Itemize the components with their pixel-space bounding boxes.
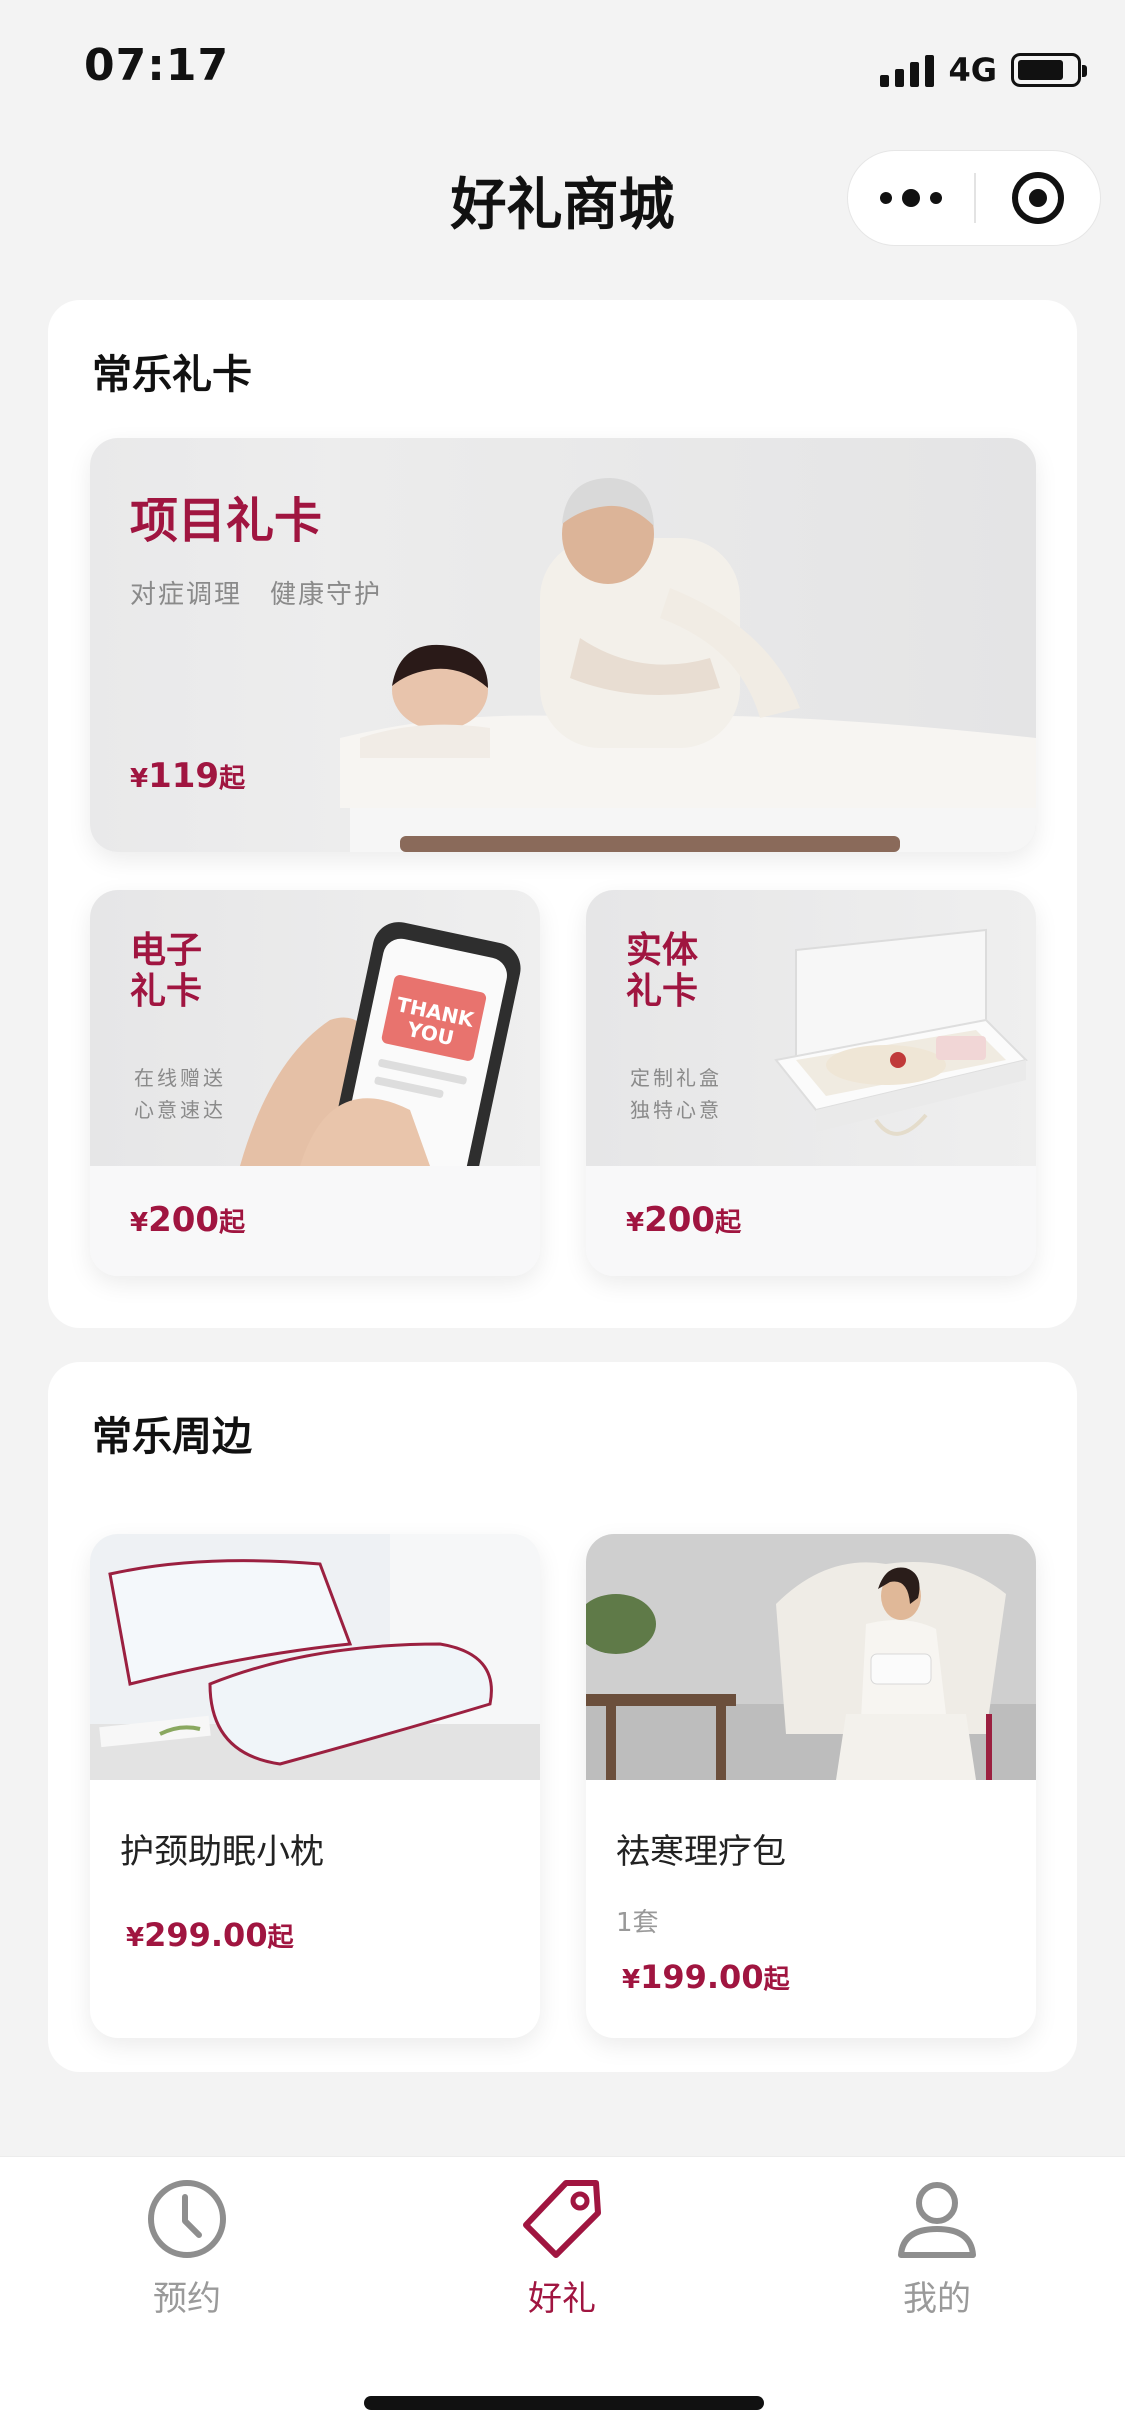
banner-title: 项目礼卡 [130, 493, 323, 549]
price-suffix: 起 [715, 1208, 742, 1238]
product-name: 护颈助眠小枕 [120, 1832, 324, 1872]
close-button[interactable] [976, 151, 1100, 245]
product-card-warming-pack[interactable]: 祛寒理疗包 1套 ¥199.00起 [586, 1534, 1036, 2038]
price-symbol: ¥ [126, 1923, 145, 1953]
user-icon [898, 2182, 976, 2258]
tab-label: 我的 [903, 2279, 971, 2319]
physical-card-sub-line1: 定制礼盒 [630, 1066, 722, 1090]
section-title: 常乐礼卡 [92, 352, 252, 398]
price-suffix: 起 [267, 1923, 294, 1953]
warming-pack-photo [586, 1534, 1036, 1780]
battery-icon [1011, 53, 1087, 87]
price-suffix: 起 [219, 1208, 246, 1238]
tab-label: 预约 [153, 2279, 221, 2319]
tab-profile[interactable]: 我的 [827, 2177, 1047, 2337]
physical-gift-card[interactable]: 实体 礼卡 定制礼盒 独特心意 ¥200起 [586, 890, 1036, 1276]
price-suffix: 起 [219, 764, 246, 794]
phone-in-hand-photo: THANK YOU [240, 922, 521, 1166]
pillow-photo [90, 1534, 540, 1780]
section-title: 常乐周边 [92, 1414, 252, 1460]
e-card-sub-line1: 在线赠送 [134, 1066, 226, 1090]
e-card-subtitle: 在线赠送 心意速达 [134, 1062, 226, 1126]
network-label: 4G [948, 51, 997, 89]
physical-card-title-line2: 礼卡 [626, 971, 699, 1013]
tab-booking[interactable]: 预约 [77, 2177, 297, 2337]
physical-card-title: 实体 礼卡 [626, 930, 698, 1013]
e-card-price: ¥200起 [130, 1200, 245, 1240]
price-symbol: ¥ [622, 1965, 641, 1995]
gift-card-section: 常乐礼卡 项目礼卡 对症调理 健康守护 ¥119起 THANK YOU 电子 礼… [48, 300, 1077, 1328]
tag-icon [523, 2180, 601, 2258]
page: 07:17 4G 好礼商城 常乐礼卡 项目礼卡 对症调理 健康守护 ¥119起 … [0, 0, 1125, 2436]
clock-icon [148, 2180, 226, 2258]
physical-card-image-area: 实体 礼卡 定制礼盒 独特心意 [586, 890, 1036, 1166]
e-card-title-line1: 电子 [130, 930, 203, 971]
tab-gifts[interactable]: 好礼 [452, 2177, 672, 2337]
status-bar: 07:17 4G [0, 0, 1125, 140]
status-indicators: 4G [880, 48, 1087, 92]
product-card-pillow[interactable]: 护颈助眠小枕 ¥299.00起 [90, 1534, 540, 2038]
price-symbol: ¥ [130, 1208, 149, 1238]
more-dots-icon-center [902, 189, 920, 207]
banner-price: ¥119起 [130, 756, 245, 796]
price-suffix: 起 [763, 1965, 790, 1995]
tab-label: 好礼 [528, 2279, 596, 2319]
e-card-title: 电子 礼卡 [130, 930, 202, 1013]
status-time: 07:17 [84, 40, 230, 91]
product-name: 祛寒理疗包 [616, 1832, 786, 1872]
price-value: 119 [148, 756, 220, 796]
physical-card-sub-line2: 独特心意 [630, 1098, 722, 1122]
e-card-image-area: THANK YOU 电子 礼卡 在线赠送 心意速达 [90, 890, 540, 1166]
physical-card-price: ¥200起 [626, 1200, 741, 1240]
e-gift-card[interactable]: THANK YOU 电子 礼卡 在线赠送 心意速达 ¥200起 [90, 890, 540, 1276]
gift-box-photo [774, 928, 1028, 1136]
banner-subtitle: 对症调理 健康守护 [130, 580, 383, 610]
signal-icon [880, 53, 935, 87]
more-button[interactable] [848, 151, 974, 245]
price-value: 299.00 [144, 1916, 268, 1954]
mini-program-capsule [847, 150, 1101, 246]
price-value: 199.00 [640, 1958, 764, 1996]
more-dots-icon [880, 192, 892, 204]
physical-card-price-area: ¥200起 [586, 1166, 1036, 1276]
physical-card-subtitle: 定制礼盒 独特心意 [630, 1062, 722, 1126]
e-card-title-line2: 礼卡 [130, 971, 203, 1013]
price-symbol: ¥ [626, 1208, 645, 1238]
product-price: ¥199.00起 [622, 1958, 790, 1996]
physical-card-title-line1: 实体 [626, 930, 699, 971]
product-price: ¥299.00起 [126, 1916, 294, 1954]
price-value: 200 [644, 1200, 716, 1240]
e-card-price-area: ¥200起 [90, 1166, 540, 1276]
project-gift-card-banner[interactable]: 项目礼卡 对症调理 健康守护 ¥119起 [90, 438, 1036, 852]
price-value: 200 [148, 1200, 220, 1240]
product-quantity: 1套 [616, 1908, 659, 1938]
e-card-sub-line2: 心意速达 [134, 1098, 226, 1122]
more-dots-icon-right [930, 192, 942, 204]
massage-photo [340, 438, 1036, 852]
tab-bar: 预约 好礼 我的 [0, 2156, 1125, 2436]
peripherals-section: 常乐周边 护颈助眠小枕 ¥299.00起 祛寒理疗包 1套 ¥199.00起 [48, 1362, 1077, 2072]
target-icon [1012, 172, 1064, 224]
home-indicator [364, 2396, 764, 2410]
price-symbol: ¥ [130, 764, 149, 794]
